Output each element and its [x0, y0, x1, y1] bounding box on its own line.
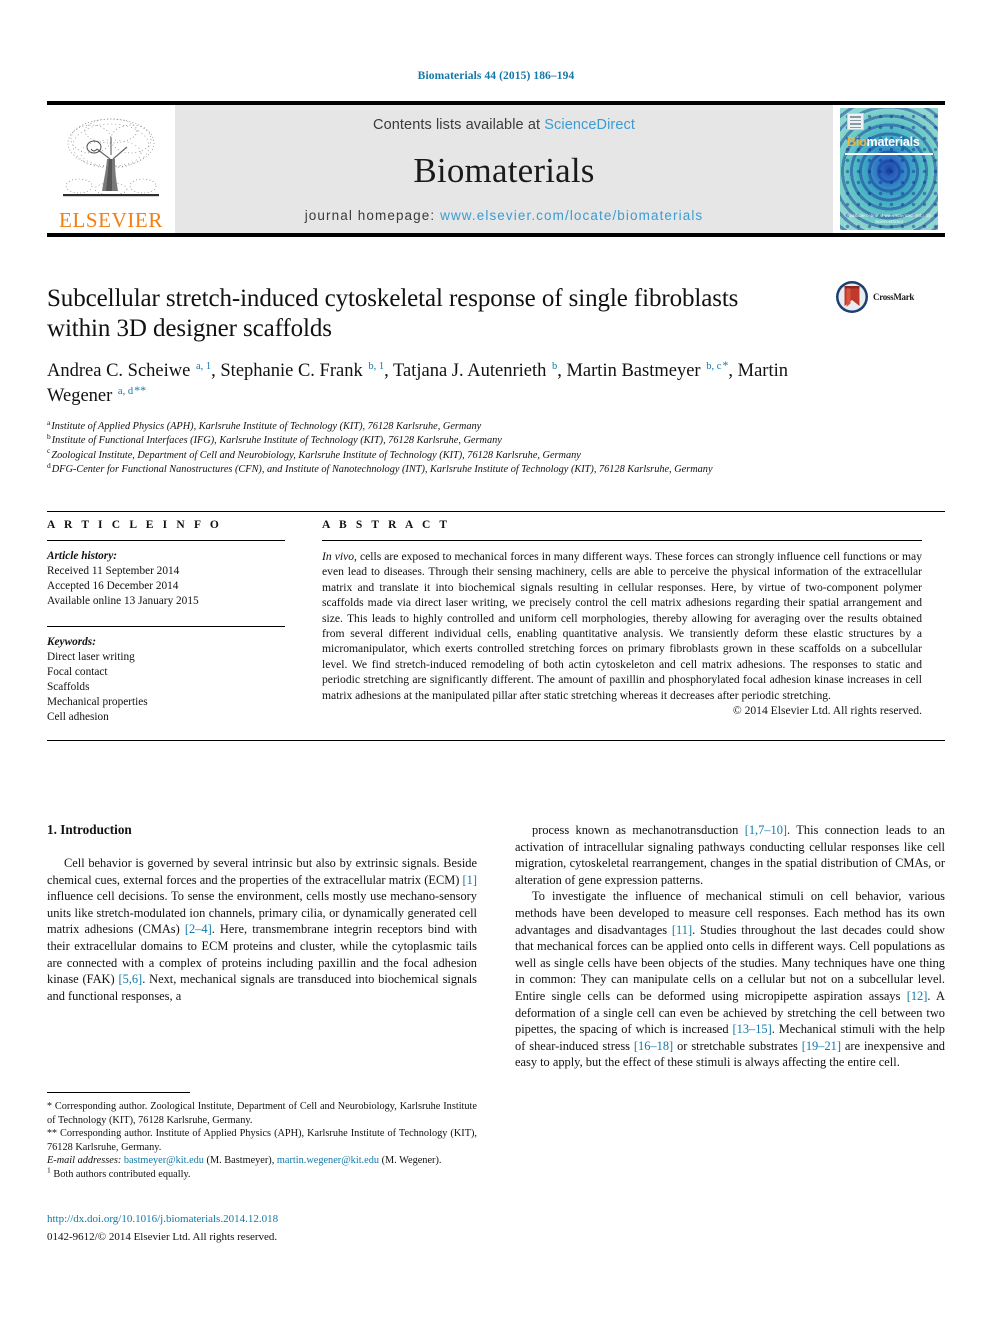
- footnote-equal-contribution: 1 Both authors contributed equally.: [47, 1165, 191, 1180]
- crossmark-badge[interactable]: CrossMark: [835, 280, 945, 314]
- affiliation-b: bInstitute of Functional Interfaces (IFG…: [47, 433, 917, 448]
- abstract-rule: [322, 540, 922, 541]
- info-abstract-band: A R T I C L E I N F O Article history: R…: [47, 511, 945, 741]
- cover-image: Biomaterials Available online at www.sci…: [840, 108, 938, 230]
- journal-cover-thumbnail: Biomaterials Available online at www.sci…: [833, 105, 945, 233]
- masthead-bottom-rule: [47, 233, 945, 237]
- affiliation-c: cZoological Institute, Department of Cel…: [47, 447, 917, 463]
- body-right-column: process known as mechanotransduction [1,…: [515, 822, 945, 1071]
- paper-page: Biomaterials 44 (2015) 186–194 ELSEVIER …: [0, 0, 992, 1323]
- cover-footer-line2: ScienceDirect: [875, 219, 903, 224]
- keyword-item-0: Direct laser writing: [47, 650, 135, 663]
- footer-doi-block: http://dx.doi.org/10.1016/j.biomaterials…: [47, 1212, 477, 1245]
- journal-masthead: ELSEVIER Contents lists available at Sci…: [47, 101, 945, 237]
- affiliation-text-c: Zoological Institute, Department of Cell…: [51, 449, 581, 461]
- footnote-rule: [47, 1092, 190, 1093]
- affiliation-text-b: Institute of Functional Interfaces (IFG)…: [51, 435, 502, 447]
- running-head: Biomaterials 44 (2015) 186–194: [417, 70, 575, 82]
- abstract-copyright: © 2014 Elsevier Ltd. All rights reserved…: [732, 704, 922, 718]
- keyword-item-2: Scaffolds: [47, 681, 90, 694]
- affiliation-list: aInstitute of Applied Physics (APH), Kar…: [47, 418, 917, 478]
- abstract-column: A B S T R A C T In vivo, cells are expos…: [322, 519, 922, 726]
- journal-homepage-link[interactable]: www.elsevier.com/locate/biomaterials: [440, 208, 703, 223]
- author-list: Andrea C. Scheiwe a, 1, Stephanie C. Fra…: [47, 357, 788, 406]
- cover-title-materials: materials: [866, 135, 920, 149]
- abstract-heading: A B S T R A C T: [322, 519, 451, 531]
- keywords-rule: [47, 625, 285, 627]
- footnote-block: * Corresponding author. Zoological Insti…: [47, 1092, 477, 1182]
- keyword-item-3: Mechanical properties: [47, 696, 148, 709]
- elsevier-wordmark: ELSEVIER: [59, 208, 163, 232]
- intro-paragraph-right-2: To investigate the influence of mechanic…: [515, 889, 945, 1070]
- band-top-rule: [47, 511, 945, 512]
- journal-homepage-line: journal homepage: www.elsevier.com/locat…: [305, 208, 704, 223]
- crossmark-icon: [836, 281, 868, 313]
- article-info-rule: [47, 540, 285, 541]
- elsevier-tree-icon: [63, 118, 159, 197]
- crossmark-label: CrossMark: [873, 292, 915, 302]
- keyword-item-4: Cell adhesion: [47, 711, 109, 724]
- homepage-prefix: journal homepage:: [304, 208, 441, 223]
- cover-title-underline: [845, 153, 933, 155]
- affiliation-text-d: DFG-Center for Functional Nanostructures…: [51, 464, 713, 476]
- contents-prefix: Contents lists available at: [373, 117, 545, 133]
- title-block: CrossMark Subcellular stretch-induced cy…: [47, 281, 945, 478]
- footnote-corresponding-1: * Corresponding author. Zoological Insti…: [47, 1101, 477, 1126]
- contents-available-line: Contents lists available at ScienceDirec…: [373, 117, 635, 133]
- affiliation-a: aInstitute of Applied Physics (APH), Kar…: [47, 418, 917, 434]
- abstract-lead-italic: In vivo: [322, 550, 355, 563]
- abstract-text: In vivo, cells are exposed to mechanical…: [322, 549, 922, 703]
- abstract-body: , cells are exposed to mechanical forces…: [322, 550, 922, 702]
- cover-publisher-badge-icon: [847, 113, 864, 130]
- article-history-online: Available online 13 January 2015: [47, 595, 199, 608]
- article-history-label: Article history:: [47, 550, 117, 562]
- journal-title: Biomaterials: [413, 150, 595, 190]
- intro-paragraph-left: Cell behavior is governed by several int…: [47, 856, 478, 1003]
- page-title: Subcellular stretch-induced cytoskeletal…: [47, 285, 739, 342]
- sciencedirect-link[interactable]: ScienceDirect: [544, 117, 635, 133]
- footnote-emails[interactable]: E-mail addresses: bastmeyer@kit.edu (M. …: [47, 1154, 477, 1168]
- band-bottom-rule: [47, 739, 945, 741]
- keywords-label: Keywords:: [47, 635, 96, 648]
- section-heading-introduction: 1. Introduction: [47, 822, 132, 837]
- article-info-heading: A R T I C L E I N F O: [47, 519, 222, 531]
- cover-title: Biomaterials: [847, 135, 920, 149]
- cover-footer-text: Available online at www.sciencedirect.co…: [840, 213, 938, 225]
- intro-paragraph-right-1: process known as mechanotransduction [1,…: [515, 823, 946, 887]
- body-left-column: 1. Introduction Cell behavior is governe…: [47, 822, 477, 1071]
- article-info-column: A R T I C L E I N F O Article history: R…: [47, 519, 285, 726]
- body-columns: 1. Introduction Cell behavior is governe…: [47, 822, 945, 1071]
- elsevier-logo: ELSEVIER: [47, 105, 175, 233]
- issn-copyright-line: 0142-9612/© 2014 Elsevier Ltd. All right…: [47, 1231, 278, 1243]
- article-history-accepted: Accepted 16 December 2014: [47, 580, 179, 593]
- footnote-corresponding-2: ** Corresponding author. Institute of Ap…: [47, 1128, 477, 1153]
- doi-link[interactable]: http://dx.doi.org/10.1016/j.biomaterials…: [47, 1212, 477, 1227]
- masthead-center: Contents lists available at ScienceDirec…: [175, 105, 833, 233]
- cover-title-bio: Bio: [847, 135, 867, 149]
- article-history-received: Received 11 September 2014: [47, 565, 180, 577]
- affiliation-d: dDFG-Center for Functional Nanostructure…: [47, 462, 917, 477]
- keyword-item-1: Focal contact: [47, 665, 108, 678]
- affiliation-text-a: Institute of Applied Physics (APH), Karl…: [51, 421, 482, 432]
